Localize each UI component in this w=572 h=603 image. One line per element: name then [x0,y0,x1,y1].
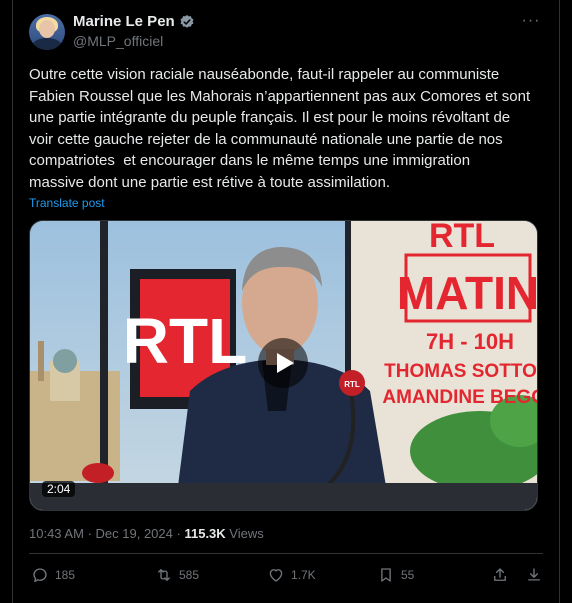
views-label: Views [229,526,264,541]
like-count: 1.7K [291,568,316,582]
views-count: 115.3K [184,526,226,541]
meta-separator: · [176,526,181,541]
repost-count: 585 [179,568,200,582]
overlay-host1: THOMAS SOTTO & [384,361,537,382]
play-button[interactable] [258,338,308,388]
author-display-name[interactable]: Marine Le Pen [73,13,175,30]
repost-button[interactable]: 585 [155,566,199,584]
video-player[interactable]: RTL RTL MATIN 7H - 10H THOMAS SOTTO & AM… [29,220,538,511]
post-time[interactable]: 10:43 AM [29,526,84,541]
like-button[interactable]: 1.7K [267,566,316,584]
reply-icon [33,568,47,583]
post-card: Marine Le Pen @MLP_officiel ··· Outre ce… [12,0,560,603]
divider [29,553,543,554]
bookmark-count: 55 [401,568,415,582]
overlay-logo-partial: RTL [429,221,495,255]
meta-separator: · [87,526,92,541]
post-meta: 10:43 AM · Dec 19, 2024 · 115.3K Views [29,526,264,541]
heart-icon [269,569,283,582]
post-header: Marine Le Pen @MLP_officiel ··· [29,12,543,52]
author-handle[interactable]: @MLP_officiel [73,33,163,49]
download-icon [528,568,540,581]
post-text: Outre cette vision raciale nauséabonde, … [29,66,531,191]
repost-icon [158,569,170,581]
mic-logo: RTL [344,380,360,389]
share-icon [494,568,506,581]
overlay-hours: 7H - 10H [426,329,514,354]
bookmark-button[interactable]: 55 [377,566,414,584]
download-button[interactable] [525,566,543,584]
reply-count: 185 [55,568,76,582]
post-date[interactable]: Dec 19, 2024 [96,526,173,541]
video-duration: 2:04 [42,481,76,497]
share-button[interactable] [491,566,509,584]
action-bar: 185 585 1.7K 55 [31,566,543,588]
author-name-row: Marine Le Pen [73,13,195,30]
overlay-show-title: MATIN [397,267,537,319]
verified-badge-icon [180,14,194,28]
translate-post-link[interactable]: Translate post [29,196,105,210]
rtl-logo-text: RTL [123,305,247,377]
overlay-host2: AMANDINE BEGOT [382,387,537,408]
more-options-icon[interactable]: ··· [519,13,543,30]
reply-button[interactable]: 185 [31,566,75,584]
avatar[interactable] [29,14,65,50]
bookmark-icon [381,568,391,582]
